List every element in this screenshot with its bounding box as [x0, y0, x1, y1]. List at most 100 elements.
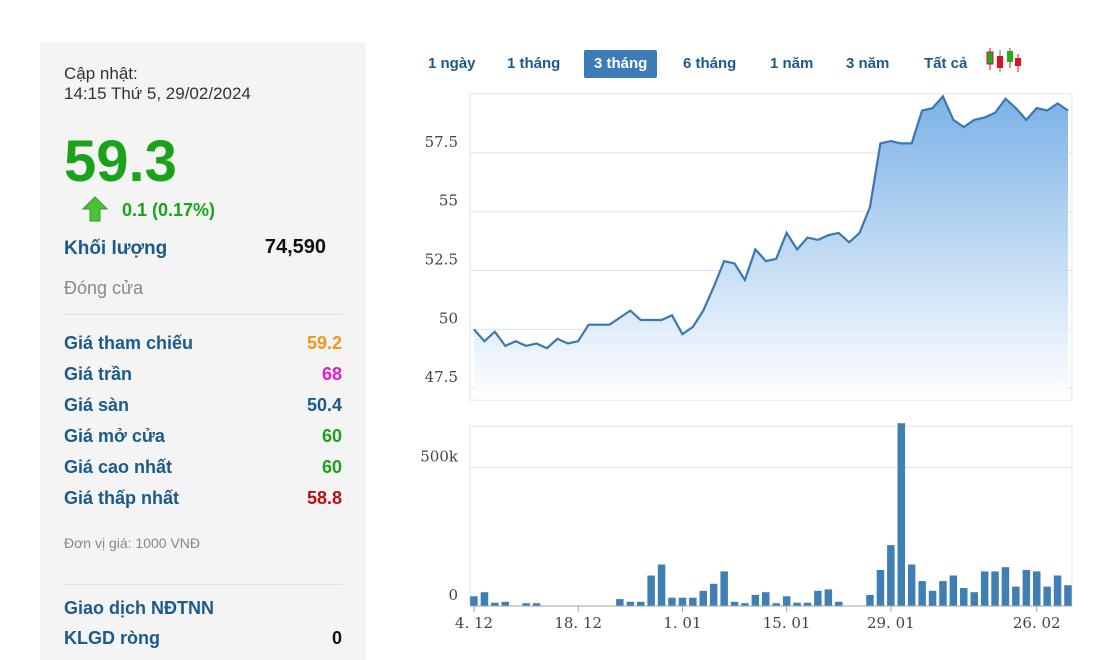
volume-bar	[1043, 586, 1051, 606]
volume-bar	[689, 597, 697, 606]
row-open-price: Giá mở cửa 60	[64, 426, 342, 450]
tab-3-months[interactable]: 3 tháng	[584, 50, 658, 78]
divider	[64, 314, 342, 315]
stock-info-panel: Cập nhật: 14:15 Thứ 5, 29/02/2024 59.3 0…	[40, 42, 366, 660]
volume-bar	[1001, 567, 1010, 606]
volume-bar	[1053, 575, 1062, 606]
volume-bar	[980, 571, 989, 606]
row-label: KLGD ròng	[64, 628, 160, 648]
x-tick-label: 18. 12	[554, 614, 602, 632]
price-area-chart: 57.5 55 52.5 50 47.5	[425, 93, 1073, 401]
update-info: Cập nhật: 14:15 Thứ 5, 29/02/2024	[64, 64, 251, 104]
volume-bar	[897, 423, 905, 606]
volume-bar	[1012, 586, 1020, 606]
volume-bar	[949, 575, 958, 606]
row-value: 50.4	[306, 395, 342, 415]
volume-bar	[835, 601, 843, 606]
volume-bar	[626, 601, 635, 606]
row-label: Giá tham chiếu	[64, 333, 194, 353]
row-label: Giá mở cửa	[64, 426, 165, 446]
row-label: Giá sàn	[64, 395, 130, 415]
volume-bar	[782, 596, 791, 606]
tab-1-month[interactable]: 1 tháng	[497, 50, 570, 78]
row-high-price: Giá cao nhất 60	[64, 457, 342, 481]
update-label: Cập nhật:	[64, 64, 138, 83]
x-tick-label: 4. 12	[455, 614, 493, 632]
volume-bar	[887, 545, 895, 606]
row-value: 60	[321, 457, 342, 477]
row-value: 58.8	[306, 488, 342, 508]
row-low-price: Giá thấp nhất 58.8	[64, 488, 342, 512]
y-tick-label: 50	[439, 309, 458, 327]
volume-bar	[1022, 570, 1031, 606]
y-tick-label: 52.5	[425, 251, 458, 269]
volume-bar	[866, 594, 874, 606]
volume-bar	[918, 581, 926, 606]
volume-bar	[824, 589, 833, 606]
price-change: 0.1 (0.17%)	[122, 200, 216, 220]
candlestick-chart-icon[interactable]	[984, 46, 1022, 74]
x-tick-label: 29. 01	[867, 614, 915, 632]
row-label: Giá trần	[64, 364, 133, 384]
tab-6-months[interactable]: 6 tháng	[673, 50, 746, 78]
price-area-fill	[474, 96, 1068, 401]
volume-bar	[1033, 571, 1041, 606]
volume-bar	[1064, 585, 1072, 606]
tab-all[interactable]: Tất cả	[914, 50, 977, 78]
tab-1-year[interactable]: 1 năm	[760, 50, 823, 78]
volume-bar	[730, 601, 739, 606]
row-value: 60	[321, 426, 342, 446]
volume-bar	[678, 597, 687, 606]
volume-bar	[970, 592, 978, 606]
volume-bar	[616, 599, 624, 606]
y-tick-label: 47.5	[425, 368, 458, 386]
volume-bar-chart: 500k 0 4. 12 18. 12 1. 01 15. 01 29. 01 26. 02	[420, 423, 1073, 632]
x-tick-label: 1. 01	[663, 614, 701, 632]
row-floor-price: Giá sàn 50.4	[64, 395, 342, 419]
divider	[64, 584, 342, 585]
volume-bar	[762, 592, 770, 606]
volume-bar	[657, 564, 666, 606]
x-tick-label: 15. 01	[763, 614, 811, 632]
volume-label: Khối lượng	[64, 238, 168, 259]
volume-bar	[668, 597, 676, 606]
volume-bar	[720, 571, 728, 606]
row-reference-price: Giá tham chiếu 59.2	[64, 333, 342, 357]
update-time: 14:15 Thứ 5, 29/02/2024	[64, 84, 251, 103]
row-label: Giá cao nhất	[64, 457, 173, 477]
row-ceiling-price: Giá trần 68	[64, 364, 342, 388]
current-price: 59.3	[64, 129, 177, 194]
tab-3-years[interactable]: 3 năm	[836, 50, 899, 78]
y-tick-label: 500k	[420, 448, 459, 466]
volume-bar	[470, 596, 478, 606]
row-net-volume: KLGD ròng 0	[64, 628, 342, 652]
row-label: Giá thấp nhất	[64, 488, 180, 508]
volume-bar	[647, 575, 655, 606]
volume-bar	[960, 588, 968, 606]
market-status: Đóng cửa	[64, 278, 144, 298]
up-arrow-icon	[82, 196, 108, 222]
volume-bar	[814, 590, 822, 606]
y-tick-label: 55	[439, 192, 458, 210]
volume-bar	[907, 564, 916, 606]
tab-1-day[interactable]: 1 ngày	[418, 50, 486, 78]
y-tick-label: 57.5	[425, 133, 458, 151]
volume-bar	[751, 594, 760, 606]
volume-bar	[709, 583, 718, 606]
row-value: 68	[321, 364, 342, 384]
volume-bar	[699, 590, 707, 606]
x-tick-label: 26. 02	[1013, 614, 1061, 632]
volume-bar	[480, 592, 489, 606]
volume-bar	[939, 581, 947, 606]
row-value: 59.2	[306, 333, 342, 353]
row-value: 0	[331, 628, 342, 648]
volume-bar	[928, 590, 937, 606]
y-tick-label: 0	[448, 586, 458, 604]
price-unit-note: Đơn vị giá: 1000 VNĐ	[64, 535, 201, 551]
volume-bar	[991, 571, 999, 606]
foreign-trading-label: Giao dịch NĐTNN	[64, 598, 215, 618]
volume-bar	[637, 601, 645, 606]
volume-value: 74,590	[264, 236, 326, 258]
volume-bar	[876, 570, 885, 606]
volume-bar	[501, 601, 509, 606]
